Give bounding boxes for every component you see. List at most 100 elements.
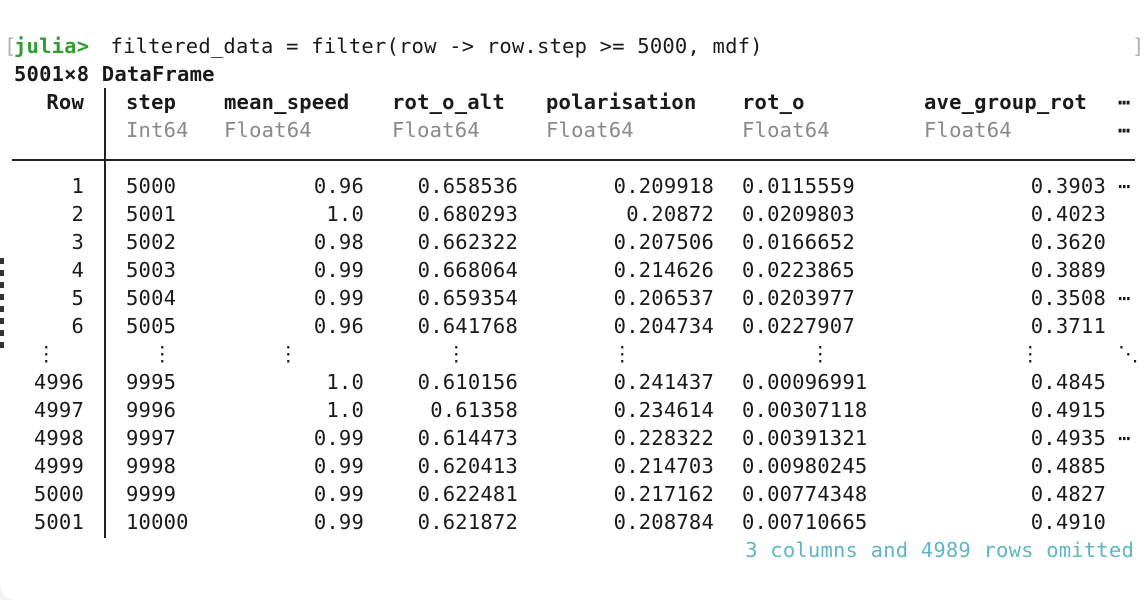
- terminal-window: [ julia> filtered_data = filter(row -> r…: [0, 0, 1144, 600]
- cell-mean-speed: 1.0: [326, 202, 364, 226]
- cell-rot-o-alt: 0.622481: [417, 482, 518, 506]
- cell-row: 4997: [33, 398, 84, 422]
- col-header-rot-o-alt: rot_o_alt: [392, 90, 505, 114]
- cell-rot-o-alt: 0.610156: [417, 370, 518, 394]
- cell-mean-speed: 0.96: [313, 174, 364, 198]
- cell-rot-o-alt: 0.680293: [417, 202, 518, 226]
- ddots-more: ⋱: [1118, 342, 1139, 366]
- cell-rot-o-alt: 0.614473: [417, 426, 518, 450]
- header-divider: [12, 159, 1135, 161]
- cell-rot-o-alt: 0.61358: [430, 398, 518, 422]
- col-header-mean-speed: mean_speed: [224, 90, 350, 114]
- row-more-indicator: ⋯: [1118, 426, 1131, 450]
- cell-rot-o: 0.00391321: [742, 426, 868, 450]
- cell-rot-o-alt: 0.658536: [417, 174, 518, 198]
- cell-step: 9995: [126, 370, 177, 394]
- omitted-note: 3 columns and 4989 rows omitted: [745, 538, 1134, 562]
- col-type-polarisation: Float64: [546, 118, 634, 142]
- cell-rot-o-alt: 0.662322: [417, 230, 518, 254]
- prompt-close-bracket: ]: [1132, 34, 1144, 58]
- cell-step: 5000: [126, 174, 177, 198]
- cell-rot-o-alt: 0.659354: [417, 286, 518, 310]
- col-type-step: Int64: [126, 118, 189, 142]
- cell-step: 5003: [126, 258, 177, 282]
- vdots-rot-o-alt: ⋮: [446, 342, 467, 366]
- cell-ave-group-rot: 0.4023: [1030, 202, 1106, 226]
- cell-row: 2: [71, 202, 84, 226]
- cell-rot-o: 0.0227907: [742, 314, 855, 338]
- cell-step: 9999: [126, 482, 177, 506]
- cell-mean-speed: 0.99: [313, 426, 364, 450]
- cell-mean-speed: 0.99: [313, 482, 364, 506]
- cell-rot-o-alt: 0.620413: [417, 454, 518, 478]
- cell-polarisation: 0.214703: [613, 454, 714, 478]
- row-more-indicator: ⋯: [1118, 174, 1131, 198]
- cell-ave-group-rot: 0.3620: [1030, 230, 1106, 254]
- cell-rot-o: 0.00096991: [742, 370, 868, 394]
- dataframe-summary: 5001×8 DataFrame: [14, 62, 215, 86]
- cell-mean-speed: 0.99: [313, 510, 364, 534]
- vdots-step: ⋮: [152, 342, 173, 366]
- cell-polarisation: 0.204734: [613, 314, 714, 338]
- cell-ave-group-rot: 0.3889: [1030, 258, 1106, 282]
- cell-row: 6: [71, 314, 84, 338]
- cell-rot-o: 0.00774348: [742, 482, 868, 506]
- cell-mean-speed: 0.99: [313, 286, 364, 310]
- cell-row: 4998: [33, 426, 84, 450]
- cell-rot-o: 0.00980245: [742, 454, 868, 478]
- cell-polarisation: 0.217162: [613, 482, 714, 506]
- cell-rot-o-alt: 0.668064: [417, 258, 518, 282]
- cell-mean-speed: 0.99: [313, 258, 364, 282]
- cell-mean-speed: 1.0: [326, 370, 364, 394]
- col-type-rot-o: Float64: [742, 118, 830, 142]
- col-header-rot-o: rot_o: [742, 90, 805, 114]
- cell-rot-o: 0.0166652: [742, 230, 855, 254]
- col-header-row: Row: [46, 90, 84, 114]
- cell-polarisation: 0.207506: [613, 230, 714, 254]
- cell-mean-speed: 0.99: [313, 454, 364, 478]
- cell-polarisation: 0.241437: [613, 370, 714, 394]
- vdots-row: ⋮: [36, 342, 57, 366]
- cell-ave-group-rot: 0.3903: [1030, 174, 1106, 198]
- cell-polarisation: 0.209918: [613, 174, 714, 198]
- cell-ave-group-rot: 0.4935: [1030, 426, 1106, 450]
- col-header-polarisation: polarisation: [546, 90, 697, 114]
- cell-step: 9998: [126, 454, 177, 478]
- cell-polarisation: 0.234614: [613, 398, 714, 422]
- row-index-divider: [104, 88, 106, 538]
- cell-ave-group-rot: 0.3711: [1030, 314, 1106, 338]
- cell-ave-group-rot: 0.4910: [1030, 510, 1106, 534]
- cell-rot-o: 0.0115559: [742, 174, 855, 198]
- vdots-ave-group-rot: ⋮: [1020, 342, 1041, 366]
- vdots-rot-o: ⋮: [810, 342, 831, 366]
- cell-step: 5004: [126, 286, 177, 310]
- cell-rot-o-alt: 0.641768: [417, 314, 518, 338]
- col-type-rot-o-alt: Float64: [392, 118, 480, 142]
- col-type-mean-speed: Float64: [224, 118, 312, 142]
- cell-rot-o: 0.00710665: [742, 510, 868, 534]
- cell-step: 9997: [126, 426, 177, 450]
- cell-step: 5002: [126, 230, 177, 254]
- col-header-step: step: [126, 90, 177, 114]
- col-type-ave-group-rot: Float64: [924, 118, 1012, 142]
- cell-row: 4: [71, 258, 84, 282]
- cell-step: 5005: [126, 314, 177, 338]
- cell-mean-speed: 0.96: [313, 314, 364, 338]
- cell-row: 5000: [33, 482, 84, 506]
- command-text[interactable]: filtered_data = filter(row -> row.step >…: [98, 32, 763, 60]
- cell-ave-group-rot: 0.3508: [1030, 286, 1106, 310]
- cell-polarisation: 0.214626: [613, 258, 714, 282]
- cell-step: 9996: [126, 398, 177, 422]
- cell-ave-group-rot: 0.4915: [1030, 398, 1106, 422]
- vdots-polarisation: ⋮: [612, 342, 633, 366]
- julia-prompt: julia>: [14, 34, 90, 58]
- cell-row: 4996: [33, 370, 84, 394]
- cell-polarisation: 0.208784: [613, 510, 714, 534]
- row-more-indicator: ⋯: [1118, 286, 1131, 310]
- cell-row: 5001: [33, 510, 84, 534]
- cell-mean-speed: 1.0: [326, 398, 364, 422]
- cell-rot-o: 0.0203977: [742, 286, 855, 310]
- cell-rot-o: 0.0209803: [742, 202, 855, 226]
- cell-polarisation: 0.20872: [626, 202, 714, 226]
- cell-polarisation: 0.206537: [613, 286, 714, 310]
